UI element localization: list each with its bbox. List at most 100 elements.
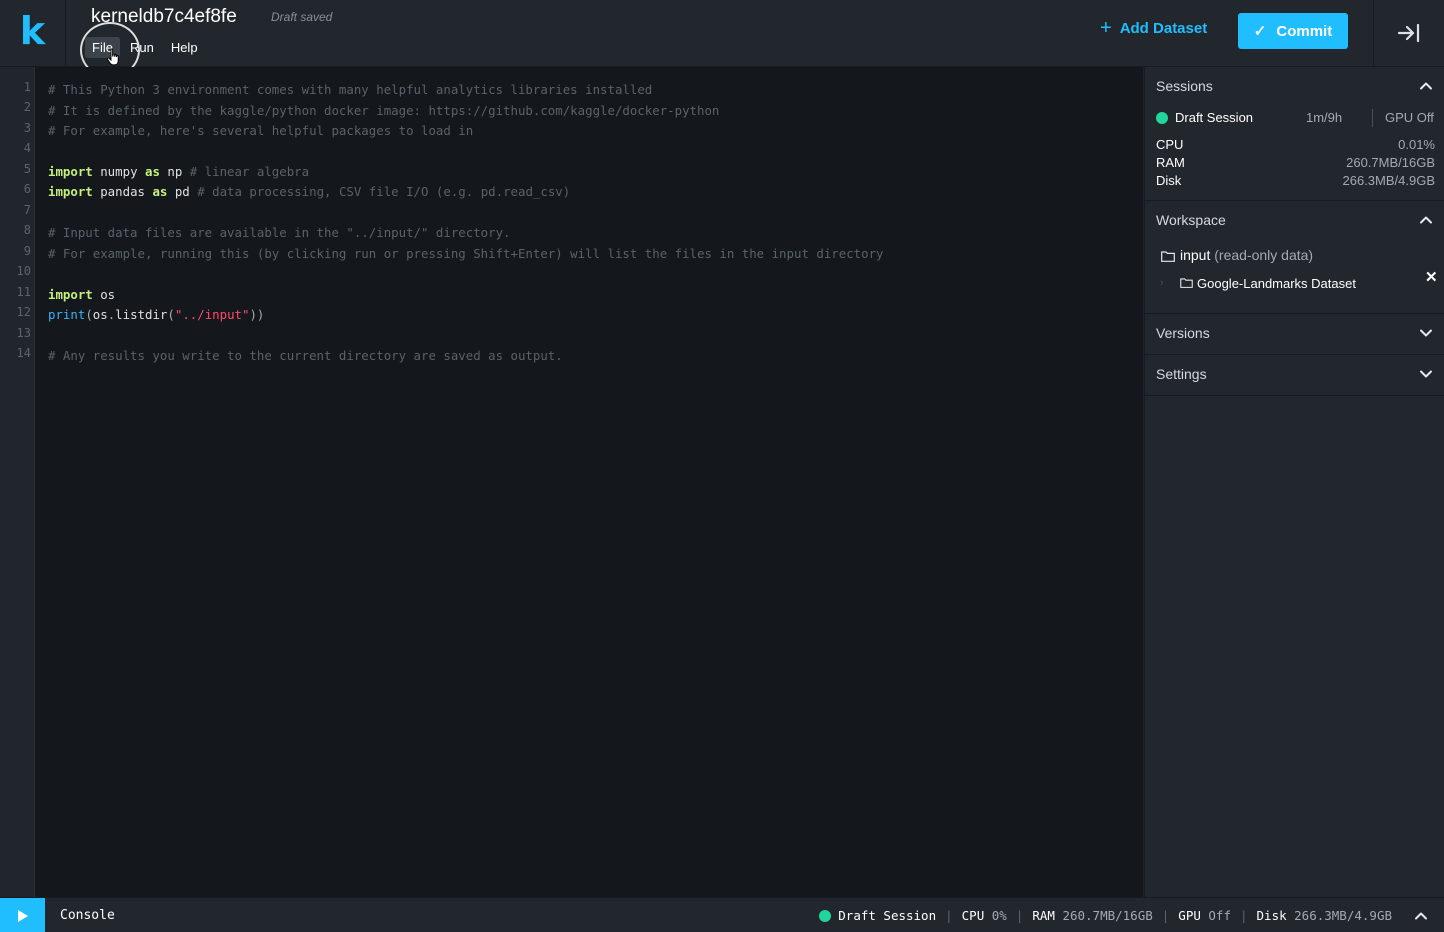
sessions-header[interactable]: Sessions	[1145, 67, 1444, 107]
status-session-name: Draft Session	[838, 908, 937, 923]
collapse-right-icon	[1397, 23, 1420, 43]
line-number: 6	[23, 182, 31, 196]
code-alias: np	[159, 164, 190, 179]
code-keyword: import	[48, 164, 93, 179]
logo-letter: k	[19, 9, 46, 53]
code-line: # For example, running this (by clicking…	[48, 246, 884, 261]
code-keyword: as	[152, 184, 168, 199]
gpu-status: GPU Off	[1385, 110, 1434, 125]
cpu-label: CPU	[1156, 137, 1184, 152]
chevron-up-icon	[1420, 82, 1432, 90]
code-line: # This Python 3 environment comes with m…	[48, 82, 652, 97]
ram-label: RAM	[1156, 155, 1185, 170]
code-comment: # linear algebra	[189, 164, 310, 179]
code-object: os	[92, 307, 108, 322]
sessions-title: Sessions	[1156, 78, 1213, 94]
commit-button[interactable]: ✓ Commit	[1238, 13, 1348, 49]
code-line: # Any results you write to the current d…	[48, 348, 563, 363]
run-button[interactable]	[0, 898, 45, 932]
plus-icon: +	[1100, 17, 1112, 39]
input-folder[interactable]: input (read-only data)	[1180, 247, 1313, 263]
divider: |	[1161, 908, 1170, 923]
divider	[1372, 109, 1373, 127]
code-comment: # This Python 3 environment comes with m…	[48, 82, 653, 97]
code-punct: (	[85, 307, 93, 322]
menu-help[interactable]: Help	[164, 37, 205, 58]
code-line: import pandas as pd # data processing, C…	[48, 184, 570, 199]
add-dataset-label: Add Dataset	[1119, 19, 1208, 37]
line-number: 12	[16, 305, 31, 319]
code-punct: (	[167, 307, 175, 322]
chevron-down-icon	[1420, 370, 1432, 378]
versions-header[interactable]: Versions	[1145, 313, 1444, 353]
code-punct: ))	[249, 307, 265, 322]
code-keyword: import	[48, 287, 93, 302]
code-module: os	[92, 287, 116, 302]
code-comment: # Input data files are available in the …	[48, 225, 511, 240]
divider: |	[1015, 908, 1024, 923]
code-builtin: print	[48, 307, 86, 322]
status-cpu-label: CPU	[961, 908, 985, 923]
expand-arrow-icon[interactable]: ›	[1160, 277, 1164, 289]
workspace-header[interactable]: Workspace	[1145, 200, 1444, 240]
line-number: 13	[16, 326, 31, 340]
session-status-dot	[1156, 112, 1168, 124]
line-number: 14	[16, 346, 31, 360]
right-sidebar: Sessions Draft Session 1m/9h GPU Off CPU…	[1144, 67, 1444, 897]
input-folder-name: input	[1180, 247, 1211, 263]
code-line: import os	[48, 287, 115, 302]
status-summary: Draft Session | CPU 0% | RAM 260.7MB/16G…	[819, 908, 1392, 923]
code-line: print(os.listdir("../input"))	[48, 307, 264, 322]
console-toggle[interactable]: Console	[60, 908, 115, 923]
disk-value: 266.3MB/4.9GB	[1342, 173, 1436, 188]
code-editor[interactable]: # This Python 3 environment comes with m…	[35, 67, 1143, 897]
chevron-up-icon[interactable]	[1414, 909, 1428, 923]
check-icon: ✓	[1253, 23, 1267, 40]
collapse-sidebar-button[interactable]	[1373, 0, 1444, 66]
session-name[interactable]: Draft Session	[1175, 110, 1253, 125]
play-icon	[17, 909, 28, 922]
ram-value: 260.7MB/16GB	[1346, 155, 1435, 170]
workspace-title: Workspace	[1156, 212, 1226, 228]
status-cpu-value: 0%	[991, 908, 1007, 923]
disk-label: Disk	[1156, 173, 1182, 188]
code-keyword: import	[48, 184, 93, 199]
line-number: 5	[23, 162, 31, 176]
kaggle-logo[interactable]: k	[0, 0, 66, 66]
line-number: 3	[23, 121, 31, 135]
code-line: import numpy as np # linear algebra	[48, 164, 309, 179]
line-number: 2	[23, 100, 31, 114]
code-line: # Input data files are available in the …	[48, 225, 511, 240]
code-comment: # For example, here's several helpful pa…	[48, 123, 474, 138]
code-comment: # For example, running this (by clicking…	[48, 246, 884, 261]
add-dataset-button[interactable]: + Add Dataset	[1100, 18, 1207, 38]
status-disk-value: 266.3MB/4.9GB	[1294, 908, 1392, 923]
code-keyword: as	[144, 164, 160, 179]
code-line: # For example, here's several helpful pa…	[48, 123, 473, 138]
code-call: listdir	[115, 307, 168, 322]
status-bar: Console Draft Session | CPU 0% | RAM 260…	[0, 897, 1444, 932]
status-gpu-value: Off	[1208, 908, 1231, 923]
line-number: 9	[23, 244, 31, 258]
settings-header[interactable]: Settings	[1145, 354, 1444, 394]
code-line: # It is defined by the kaggle/python doc…	[48, 103, 719, 118]
divider: |	[1239, 908, 1248, 923]
code-comment: # data processing, CSV file I/O (e.g. pd…	[197, 184, 571, 199]
status-gpu-label: GPU	[1178, 908, 1201, 923]
status-ram-value: 260.7MB/16GB	[1062, 908, 1153, 923]
cpu-value: 0.01%	[1398, 137, 1435, 152]
status-ram-label: RAM	[1032, 908, 1055, 923]
code-module: numpy	[92, 164, 145, 179]
folder-icon	[1161, 251, 1175, 262]
line-number: 1	[23, 80, 31, 94]
status-disk-label: Disk	[1256, 908, 1287, 923]
top-header: k kerneldb7c4ef8fe Draft saved File Run …	[0, 0, 1444, 78]
draft-status: Draft saved	[271, 10, 333, 24]
divider: |	[945, 908, 953, 923]
hand-cursor-icon	[107, 48, 119, 66]
remove-dataset-icon[interactable]: ✕	[1425, 268, 1438, 286]
code-comment: # It is defined by the kaggle/python doc…	[48, 103, 720, 118]
line-number: 8	[23, 223, 31, 237]
dataset-item[interactable]: Google-Landmarks Dataset	[1197, 276, 1356, 291]
line-number: 4	[23, 141, 31, 155]
